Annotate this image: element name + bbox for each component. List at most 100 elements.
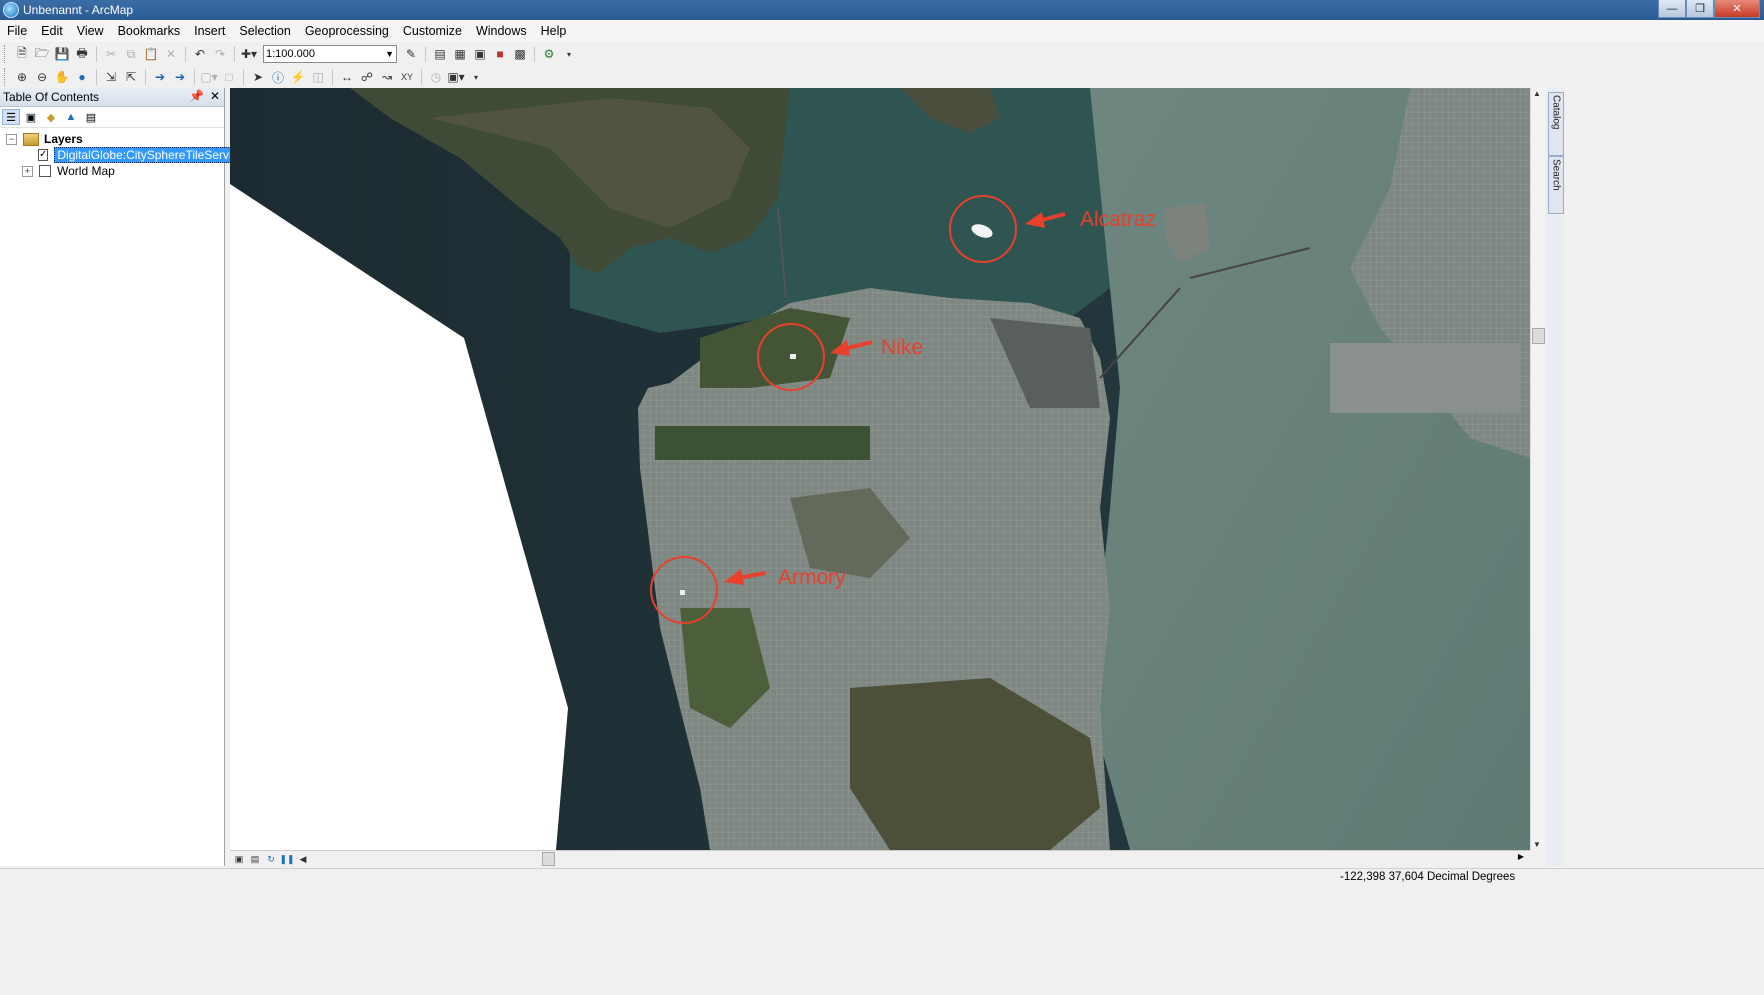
oakland-airport [1330, 343, 1520, 413]
collapse-icon[interactable]: − [6, 133, 17, 145]
menu-file[interactable]: File [0, 24, 34, 38]
map-vertical-scrollbar[interactable]: ▲ ▼ [1530, 88, 1545, 850]
list-by-visibility-icon[interactable]: ◆ [42, 109, 60, 125]
time-slider-icon[interactable]: ◷ [427, 68, 445, 86]
toc-options-icon[interactable]: ▤ [82, 109, 100, 125]
toolbar-options-icon[interactable]: ▾ [467, 68, 485, 86]
restore-button[interactable]: ❐ [1686, 0, 1714, 18]
menu-help[interactable]: Help [534, 24, 574, 38]
go-to-xy-icon[interactable]: XY [398, 68, 416, 86]
go-forward-arrow-icon[interactable]: ➔ [171, 68, 189, 86]
horizontal-scroll-thumb[interactable] [542, 852, 555, 866]
toc-header-controls: 📌 ✕ [189, 89, 220, 103]
layer-name-label[interactable]: DigitalGlobe:CitySphereTileService [54, 147, 248, 163]
expand-icon[interactable]: + [22, 165, 33, 177]
toolbar-options-icon[interactable]: ▾ [560, 45, 578, 63]
zoom-in-icon[interactable]: ⊕ [13, 68, 31, 86]
title-bar: Unbenannt - ArcMap — ❐ ✕ [0, 0, 1764, 20]
catalog-window-icon[interactable]: ▦ [451, 45, 469, 63]
toolbar-grip[interactable] [4, 45, 8, 63]
catalog-tab-label: Catalog [1550, 95, 1562, 130]
identify-info-icon[interactable]: ⓘ [269, 68, 287, 86]
select-elements-arrow-icon[interactable]: ➤ [249, 68, 267, 86]
data-frame-label[interactable]: Layers [44, 132, 83, 146]
menu-customize[interactable]: Customize [396, 24, 469, 38]
data-view-icon[interactable]: ▣ [232, 853, 246, 865]
redo-icon[interactable]: ↷ [211, 45, 229, 63]
close-icon[interactable]: ✕ [210, 89, 220, 103]
layout-view-icon[interactable]: ▤ [248, 853, 262, 865]
create-viewer-window-icon[interactable]: ▣▾ [447, 68, 465, 86]
save-icon[interactable]: 💾 [53, 45, 71, 63]
menu-insert[interactable]: Insert [187, 24, 232, 38]
fixed-zoom-out-icon[interactable]: ⇱ [122, 68, 140, 86]
scroll-up-icon[interactable]: ▲ [1533, 89, 1541, 98]
tree-row-world-map-layer[interactable]: + World Map [0, 163, 224, 179]
html-popup-icon[interactable]: ◫ [309, 68, 327, 86]
menu-windows[interactable]: Windows [469, 24, 534, 38]
fixed-zoom-in-icon[interactable]: ⇲ [102, 68, 120, 86]
layer-visibility-checkbox[interactable] [39, 165, 51, 177]
menu-edit[interactable]: Edit [34, 24, 70, 38]
map-view[interactable]: Alcatraz Nike Armory [230, 88, 1530, 850]
map-scale-combo[interactable]: 1:100.000 ▼ [263, 45, 397, 63]
list-by-source-icon[interactable]: ▣ [22, 109, 40, 125]
find-binoculars-icon[interactable]: ☍ [358, 68, 376, 86]
list-by-drawing-order-icon[interactable]: ☰ [2, 109, 20, 125]
refresh-icon[interactable]: ↻ [264, 853, 278, 865]
scroll-left-icon[interactable]: ◀ [296, 853, 310, 865]
toolbar-separator [194, 69, 195, 85]
auto-hide-pin-icon[interactable]: 📌 [189, 89, 204, 103]
scroll-right-icon[interactable]: ▶ [1518, 852, 1524, 861]
clear-selection-icon[interactable]: □ [220, 68, 238, 86]
list-by-selection-icon[interactable]: ▲ [62, 109, 80, 125]
minimize-button[interactable]: — [1658, 0, 1686, 18]
cut-icon[interactable]: ✂ [102, 45, 120, 63]
menu-bookmarks[interactable]: Bookmarks [111, 24, 188, 38]
python-window-icon[interactable]: ▩ [511, 45, 529, 63]
tree-row-layers[interactable]: − Layers [0, 131, 224, 147]
add-data-icon[interactable]: ✚▾ [240, 45, 258, 63]
print-icon[interactable]: 🖶 [73, 45, 91, 63]
delete-icon[interactable]: ✕ [162, 45, 180, 63]
arctoolbox-icon[interactable]: ■ [491, 45, 509, 63]
toolbar-separator [425, 46, 426, 62]
tree-row-digitalglobe-layer[interactable]: ✓ DigitalGlobe:CitySphereTileService [0, 147, 248, 163]
hyperlink-lightning-icon[interactable]: ⚡ [289, 68, 307, 86]
toolbar-separator [96, 69, 97, 85]
undo-icon[interactable]: ↶ [191, 45, 209, 63]
catalog-tab[interactable]: Catalog [1548, 92, 1564, 156]
measure-ruler-icon[interactable]: ↔ [338, 68, 356, 86]
chevron-down-icon[interactable]: ▼ [385, 49, 394, 59]
armory-label: Armory [778, 566, 846, 589]
toolbar-separator [96, 46, 97, 62]
scroll-thumb[interactable] [1532, 328, 1545, 344]
select-features-icon[interactable]: ▢▾ [200, 68, 218, 86]
layer-name-label[interactable]: World Map [57, 164, 115, 178]
editor-toolbar-icon[interactable]: ✎ [402, 45, 420, 63]
open-folder-icon[interactable]: 🗁 [33, 45, 51, 63]
table-of-contents-icon[interactable]: ▤ [431, 45, 449, 63]
menu-geoprocessing[interactable]: Geoprocessing [298, 24, 396, 38]
layers-icon [23, 132, 39, 146]
scroll-down-icon[interactable]: ▼ [1533, 840, 1541, 849]
toolbar-grip[interactable] [4, 68, 8, 86]
menu-selection[interactable]: Selection [232, 24, 297, 38]
layer-visibility-checkbox[interactable]: ✓ [38, 149, 49, 161]
zoom-out-icon[interactable]: ⊖ [33, 68, 51, 86]
copy-icon[interactable]: ⧉ [122, 45, 140, 63]
close-button[interactable]: ✕ [1714, 0, 1760, 18]
full-extent-globe-icon[interactable]: ● [73, 68, 91, 86]
find-route-icon[interactable]: ↝ [378, 68, 396, 86]
paste-icon[interactable]: 📋 [142, 45, 160, 63]
pause-drawing-icon[interactable]: ❚❚ [279, 853, 294, 865]
toolbar-separator [145, 69, 146, 85]
new-document-icon[interactable]: 🗎 [13, 45, 31, 63]
nike-label: Nike [881, 336, 923, 359]
go-back-arrow-icon[interactable]: ➔ [151, 68, 169, 86]
pan-hand-icon[interactable]: ✋ [53, 68, 71, 86]
search-tab[interactable]: Search [1548, 156, 1564, 214]
search-window-icon[interactable]: ▣ [471, 45, 489, 63]
modelbuilder-icon[interactable]: ⚙ [540, 45, 558, 63]
menu-view[interactable]: View [70, 24, 111, 38]
